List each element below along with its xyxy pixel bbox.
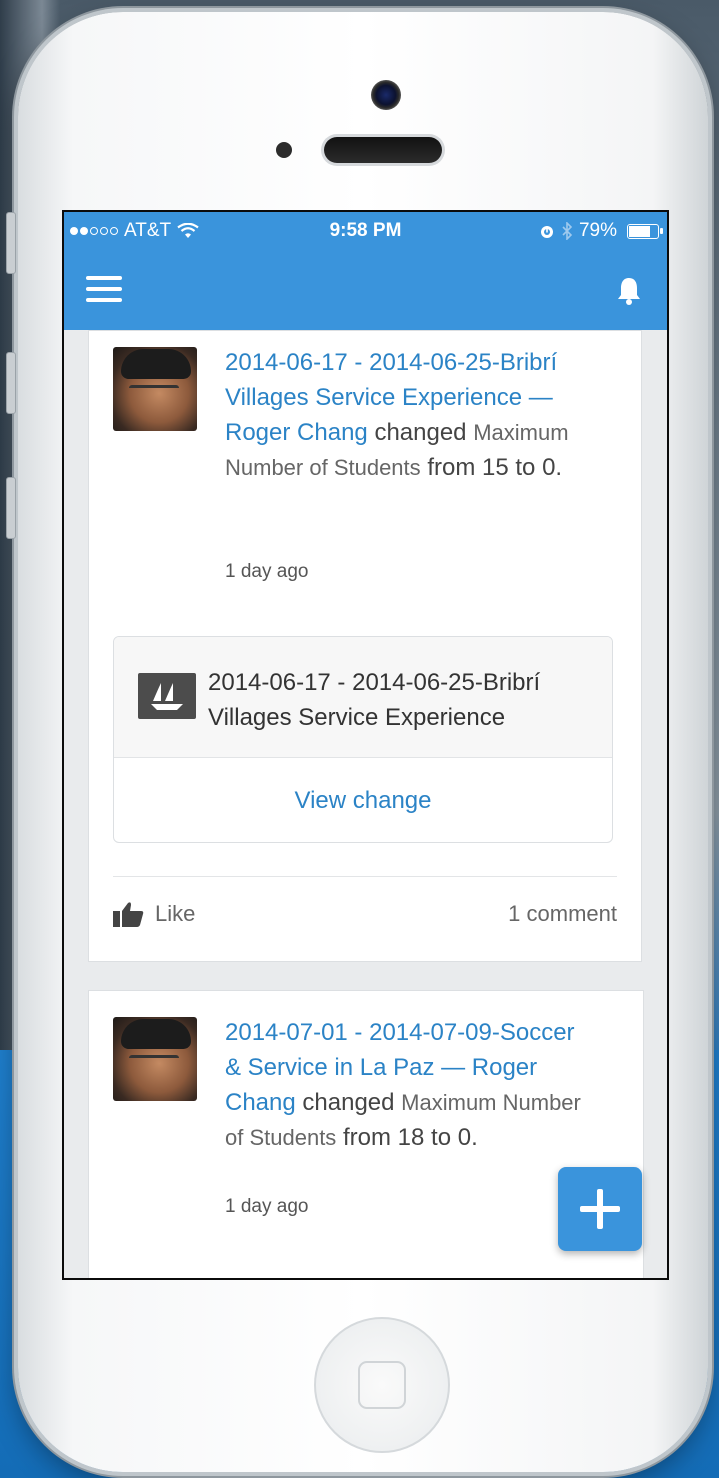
to-value: 0. [457, 1124, 478, 1151]
like-button[interactable]: Like [113, 901, 195, 927]
to-label: to [431, 1124, 452, 1151]
thumbs-up-icon [113, 902, 144, 927]
feed-item-text: 2014-06-17 - 2014-06-25-Bribrí Villages … [225, 345, 590, 485]
action-text: changed [302, 1089, 395, 1116]
status-right: 79% [539, 220, 663, 242]
timestamp: 1 day ago [225, 1196, 309, 1217]
add-button[interactable] [558, 1167, 642, 1251]
front-camera [371, 80, 401, 110]
record-preview: 2014-06-17 - 2014-06-25-Bribrí Villages … [113, 636, 613, 843]
alarm-icon [540, 226, 553, 238]
volume-down-button [6, 477, 16, 539]
divider [113, 876, 617, 877]
action-text: changed [374, 419, 467, 446]
hamburger-menu-icon[interactable] [86, 276, 122, 304]
feed-item-text: 2014-07-01 - 2014-07-09-Soccer & Service… [225, 1015, 590, 1155]
bell-icon[interactable] [613, 274, 645, 306]
separator: — [441, 1054, 466, 1081]
proximity-sensor [276, 142, 292, 158]
ship-logo-icon [138, 673, 196, 719]
top-nav-bar [64, 250, 667, 330]
volume-up-button [6, 352, 16, 414]
home-button-square [358, 1361, 406, 1409]
record-header[interactable]: 2014-06-17 - 2014-06-25-Bribrí Villages … [114, 637, 612, 758]
record-link[interactable]: 2014-06-17 - 2014-06-25-Bribrí Villages … [225, 349, 557, 411]
like-label: Like [155, 901, 196, 926]
comments-count[interactable]: 1 comment [508, 901, 617, 927]
from-value: 18 [397, 1124, 425, 1151]
feed-actions: Like 1 comment [113, 901, 617, 941]
feed-item: 2014-06-17 - 2014-06-25-Bribrí Villages … [88, 330, 642, 962]
bluetooth-icon [562, 222, 573, 240]
avatar[interactable] [113, 1017, 197, 1101]
from-value: 15 [482, 454, 509, 481]
separator: — [528, 384, 553, 411]
record-title: 2014-06-17 - 2014-06-25-Bribrí Villages … [208, 669, 541, 731]
to-value: 0. [542, 454, 563, 481]
from-label: from [342, 1124, 391, 1151]
timestamp: 1 day ago [225, 561, 309, 582]
avatar[interactable] [113, 347, 197, 431]
battery-percent: 79% [578, 220, 617, 241]
from-label: from [427, 454, 476, 481]
phone-screen: AT&T 9:58 PM 79% 2014-06-17 - 2014-06-25… [62, 210, 669, 1280]
view-change-link[interactable]: View change [114, 758, 612, 842]
to-label: to [515, 454, 536, 481]
battery-icon [627, 223, 663, 239]
mute-switch [6, 212, 16, 274]
earpiece-speaker [324, 137, 442, 163]
user-link[interactable]: Roger Chang [225, 419, 368, 446]
status-bar: AT&T 9:58 PM 79% [64, 212, 667, 250]
activity-feed: 2014-06-17 - 2014-06-25-Bribrí Villages … [88, 330, 644, 1278]
